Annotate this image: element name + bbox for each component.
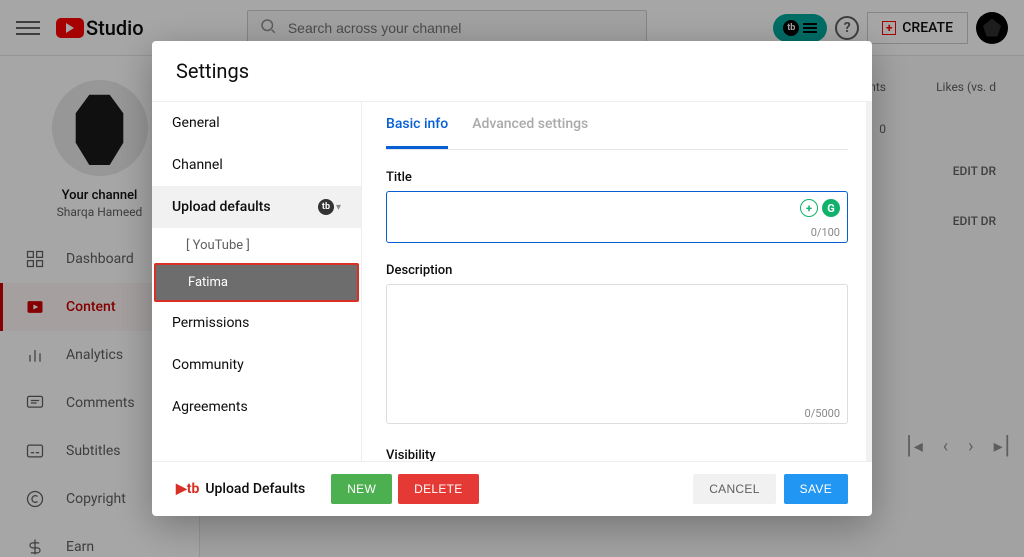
chevron-down-icon: ▾ xyxy=(336,202,341,213)
scrollbar[interactable] xyxy=(866,102,872,461)
title-label: Title xyxy=(386,170,848,185)
settings-dialog: Settings General Channel Upload defaults… xyxy=(152,41,872,516)
dlg-nav-channel[interactable]: Channel xyxy=(152,144,361,186)
footer-upload-defaults-label: Upload Defaults xyxy=(205,481,305,497)
title-input[interactable] xyxy=(386,191,848,243)
tubebuddy-small-icon: tb xyxy=(318,199,334,215)
tubebuddy-logo-icon: ▶tb xyxy=(176,481,199,497)
dlg-nav-upload-defaults[interactable]: Upload defaults tb▾ xyxy=(152,186,361,228)
dlg-nav-youtube[interactable]: [ YouTube ] xyxy=(152,228,361,263)
add-icon[interactable]: + xyxy=(800,199,818,217)
tab-advanced[interactable]: Advanced settings xyxy=(472,102,588,149)
description-counter: 0/5000 xyxy=(805,407,840,420)
dlg-nav-agreements[interactable]: Agreements xyxy=(152,386,361,428)
tab-basic-info[interactable]: Basic info xyxy=(386,102,448,149)
new-button[interactable]: NEW xyxy=(331,474,392,504)
description-label: Description xyxy=(386,263,848,278)
visibility-label: Visibility xyxy=(386,448,848,461)
cancel-button[interactable]: CANCEL xyxy=(693,474,775,504)
dlg-nav-community[interactable]: Community xyxy=(152,344,361,386)
dlg-nav-general[interactable]: General xyxy=(152,102,361,144)
modal-overlay: Settings General Channel Upload defaults… xyxy=(0,0,1024,557)
save-button[interactable]: SAVE xyxy=(784,474,848,504)
dialog-title: Settings xyxy=(152,41,872,102)
delete-button[interactable]: DELETE xyxy=(398,474,478,504)
description-input[interactable] xyxy=(386,284,848,424)
title-counter: 0/100 xyxy=(811,226,840,239)
grammarly-icon[interactable]: G xyxy=(822,199,840,217)
dlg-nav-permissions[interactable]: Permissions xyxy=(152,302,361,344)
dlg-nav-fatima[interactable]: Fatima xyxy=(154,263,359,302)
